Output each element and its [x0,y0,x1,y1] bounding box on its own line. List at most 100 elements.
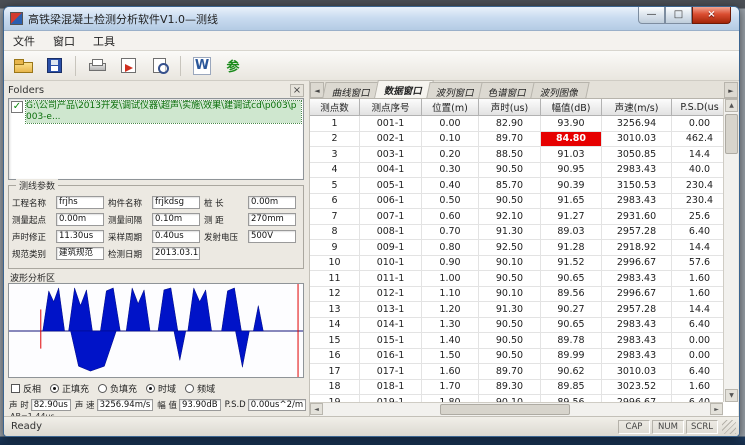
control-label: 频域 [197,382,215,395]
maximize-button[interactable]: □ [665,7,692,24]
column-header[interactable]: 测点序号 [360,99,422,116]
table-cell: 0.60 [422,209,479,225]
table-cell: 90.50 [479,333,541,349]
fill-radio[interactable]: 负填充 [98,382,137,395]
column-header[interactable]: 位置(m) [422,99,479,116]
param-field: 桩 长0.00m [204,194,300,211]
param-value-field[interactable]: 0.00m [248,196,296,209]
table-cell: 92.10 [479,209,541,225]
column-header[interactable]: 测点数 [310,99,360,116]
table-cell: 004-1 [360,163,422,179]
column-header[interactable]: 幅值(dB) [541,99,602,116]
table-row[interactable]: 2002-10.1089.7084.803010.03462.4 [310,132,723,148]
fill-radio[interactable]: 频域 [185,382,215,395]
table-cell: 14 [310,318,360,334]
param-value-field[interactable]: 0.00m [56,213,104,226]
param-label: 桩 长 [204,197,248,209]
tab-5[interactable]: 波列图像 [530,82,589,98]
checkbox-icon[interactable] [11,384,20,393]
tree-item[interactable]: ✓ G:\公司产品\2013开发\调试仪器\超声\实施\效果\建调试cd\p00… [11,101,301,123]
parameter-button[interactable]: 参 [220,54,246,78]
table-cell: 0.40 [422,178,479,194]
table-row[interactable]: 12012-11.1090.1089.562996.671.60 [310,287,723,303]
title-bar[interactable]: 高铁梁混凝土检测分析软件V1.0—测线 — □ × [4,7,739,31]
open-file-button[interactable] [10,54,36,78]
table-row[interactable]: 4004-10.3090.5090.952983.4340.0 [310,163,723,179]
fill-radio[interactable]: 正填充 [50,382,89,395]
scroll-right-icon[interactable]: ► [710,403,723,415]
scroll-down-icon[interactable]: ▼ [725,389,738,402]
table-row[interactable]: 14014-11.3090.5090.652983.436.40 [310,318,723,334]
export-button[interactable] [115,54,141,78]
checkbox-checked-icon[interactable]: ✓ [11,101,23,113]
table-row[interactable]: 5005-10.4085.7090.393150.53230.4 [310,178,723,194]
table-cell: 014-1 [360,318,422,334]
table-row[interactable]: 3003-10.2088.5091.033050.8514.4 [310,147,723,163]
vertical-scrollbar[interactable]: ▲ ▼ [723,99,738,402]
resize-grip[interactable] [722,420,736,434]
table-row[interactable]: 10010-10.9090.1091.522996.6757.6 [310,256,723,272]
table-row[interactable]: 7007-10.6092.1091.272931.6025.6 [310,209,723,225]
params-group-title: 测线参数 [16,179,58,192]
tab-4[interactable]: 色谱窗口 [478,82,537,98]
param-value-field[interactable]: 0.40us [152,230,200,243]
param-value-field[interactable]: 建筑规范 [56,247,104,260]
radio-icon[interactable] [146,384,155,393]
fill-radio[interactable]: 时域 [146,382,176,395]
readout-value: 93.90dB [179,399,221,411]
param-value-field[interactable]: 11.30us [56,230,104,243]
waveform-plot[interactable] [8,283,304,378]
menu-file[interactable]: 文件 [4,31,44,51]
param-label: 采样周期 [108,231,152,243]
table-row[interactable]: 1001-10.0082.9093.903256.940.00 [310,116,723,132]
print-button[interactable] [84,54,110,78]
radio-icon[interactable] [50,384,59,393]
table-row[interactable]: 6006-10.5090.5091.652983.43230.4 [310,194,723,210]
word-icon: W [193,57,211,75]
column-header[interactable]: P.S.D(us [672,99,723,116]
param-value-field[interactable]: frjhs [56,196,104,209]
tab-scroll-right-icon[interactable]: ► [724,82,738,98]
invert-checkbox[interactable]: 反相 [11,382,41,395]
horizontal-scrollbar[interactable]: ◄ ► [310,402,723,416]
tab-2[interactable]: 数据窗口 [374,80,434,98]
param-value-field[interactable]: 270mm [248,213,296,226]
radio-icon[interactable] [98,384,107,393]
tab-1[interactable]: 曲线窗口 [322,82,381,98]
save-button[interactable] [41,54,67,78]
close-button[interactable]: × [692,7,731,24]
horizontal-scroll-thumb[interactable] [440,404,570,415]
menu-window[interactable]: 窗口 [44,31,84,51]
minimize-button[interactable]: — [638,7,665,24]
param-value-field[interactable]: 0.10m [152,213,200,226]
table-row[interactable]: 8008-10.7091.3089.032957.286.40 [310,225,723,241]
column-header[interactable]: 声速(m/s) [602,99,672,116]
table-row[interactable]: 9009-10.8092.5091.282918.9214.4 [310,240,723,256]
table-row[interactable]: 11011-11.0090.5090.652983.431.60 [310,271,723,287]
table-row[interactable]: 16016-11.5090.5089.992983.430.00 [310,349,723,365]
waveform-trace-positive [43,288,264,331]
vertical-scroll-thumb[interactable] [725,114,738,154]
param-value-field[interactable]: frjkdsg [152,196,200,209]
table-row[interactable]: 13013-11.2091.3090.272957.2814.4 [310,302,723,318]
table-row[interactable]: 15015-11.4090.5089.782983.430.00 [310,333,723,349]
table-row[interactable]: 18018-11.7089.3089.853023.521.60 [310,380,723,396]
table-row[interactable]: 19019-11.8090.1089.562996.676.40 [310,395,723,402]
scroll-left-icon[interactable]: ◄ [310,403,323,415]
word-report-button[interactable]: W [189,54,215,78]
table-cell: 93.90 [541,116,602,132]
param-value-field[interactable]: 2013.03.13 [152,247,200,260]
table-cell: 6.40 [672,225,723,241]
tab-3[interactable]: 波列窗口 [426,82,485,98]
column-header[interactable]: 声时(us) [479,99,541,116]
table-cell: 14.4 [672,240,723,256]
tree-item-label[interactable]: G:\公司产品\2013开发\调试仪器\超声\实施\效果\建调试cd\p003\… [26,101,301,123]
folders-close-icon[interactable]: × [290,84,304,97]
table-row[interactable]: 17017-11.6089.7090.623010.036.40 [310,364,723,380]
menu-tools[interactable]: 工具 [84,31,124,51]
print-preview-button[interactable] [146,54,172,78]
param-value-field[interactable]: 500V [248,230,296,243]
radio-icon[interactable] [185,384,194,393]
param-field: 测量间隔0.10m [108,211,204,228]
scroll-up-icon[interactable]: ▲ [725,99,738,112]
